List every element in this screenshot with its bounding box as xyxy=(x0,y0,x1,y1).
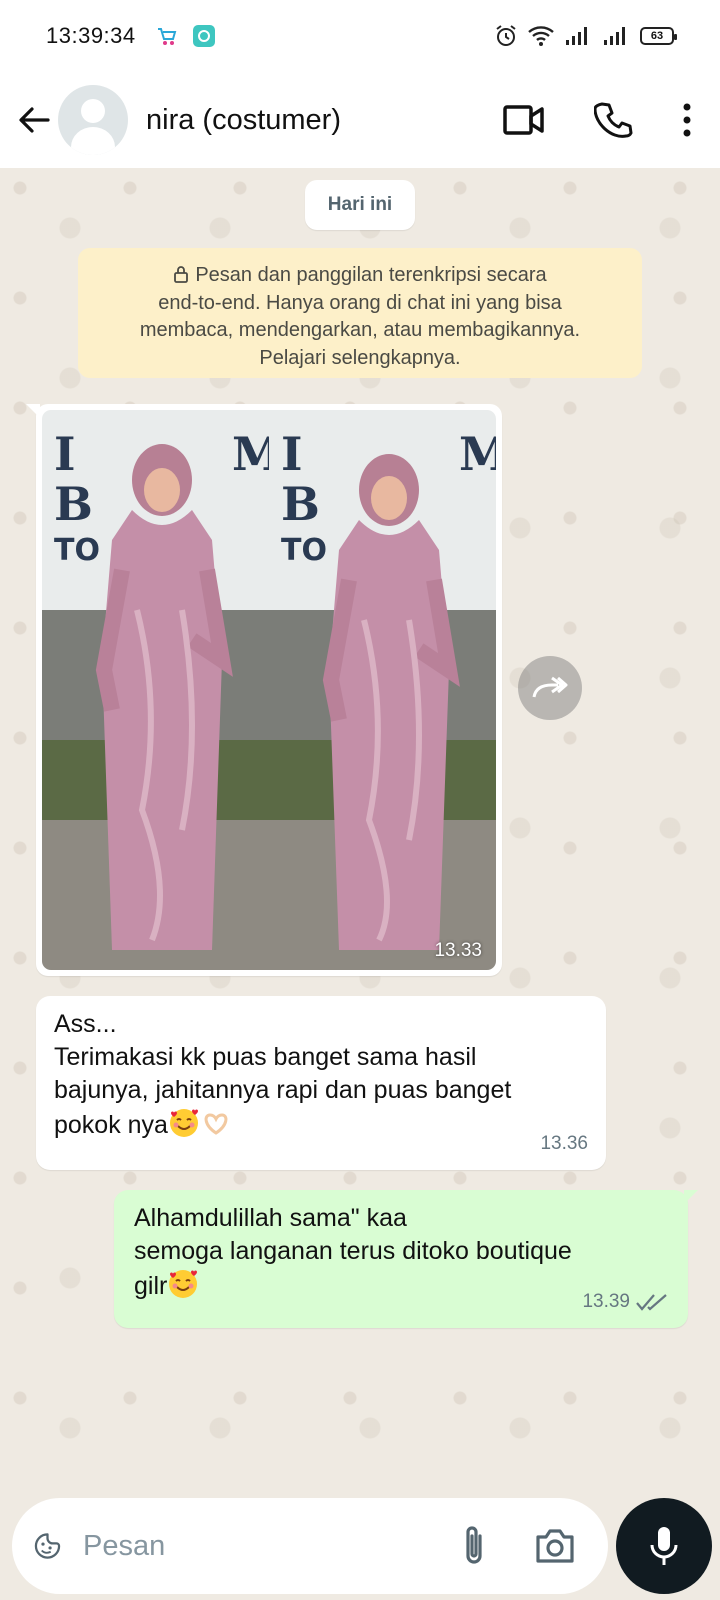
arrow-left-icon xyxy=(19,107,50,133)
input-actions xyxy=(460,1524,586,1568)
heart-hands-icon xyxy=(204,1113,228,1135)
status-time: 13:39:34 xyxy=(46,23,136,48)
microphone-icon xyxy=(650,1527,678,1565)
lock-icon xyxy=(174,266,189,283)
camera-icon[interactable] xyxy=(534,1527,576,1565)
signal-icon-2 xyxy=(604,27,625,45)
signal-icon xyxy=(566,27,587,45)
paperclip-icon[interactable] xyxy=(460,1524,488,1568)
message-input-bar xyxy=(12,1498,608,1594)
encryption-notice-text-1: Pesan dan panggilan terenkripsi secara xyxy=(195,264,547,286)
image-message-time: 13.33 xyxy=(434,940,482,961)
svg-text:M: M xyxy=(459,427,496,481)
app-notification-icon xyxy=(192,25,215,47)
svg-text:I: I xyxy=(54,427,76,481)
svg-text:B: B xyxy=(281,477,320,531)
header-actions xyxy=(502,100,706,140)
incoming-message-time: 13.36 xyxy=(540,1133,588,1154)
status-right-icons: 63 xyxy=(494,24,677,48)
back-button[interactable] xyxy=(14,100,54,140)
incoming-message-line-2: Terimakasi kk puas banget sama hasil xyxy=(54,1043,477,1071)
encryption-notice-line-4[interactable]: Pelajari selengkapnya. xyxy=(98,345,622,373)
video-call-icon[interactable] xyxy=(502,102,546,138)
svg-text:I: I xyxy=(281,427,303,481)
outgoing-message-line-2: semoga langanan terus ditoko boutique xyxy=(134,1237,572,1265)
double-check-icon xyxy=(636,1293,667,1311)
smiling-face-with-hearts-icon xyxy=(169,1270,198,1298)
smiling-face-with-hearts-icon xyxy=(169,1109,198,1137)
avatar-body xyxy=(71,127,115,155)
svg-text:TO: TO xyxy=(281,533,327,568)
svg-text:M: M xyxy=(232,427,269,481)
chat-header: nira (costumer) xyxy=(0,72,720,168)
photo-left-image: I M B TO xyxy=(42,410,269,970)
more-options-icon[interactable] xyxy=(682,103,692,137)
incoming-message-line-4-text: pokok nya xyxy=(54,1111,168,1139)
outgoing-message[interactable]: Alhamdulillah sama" kaa semoga langanan … xyxy=(114,1190,698,1328)
encryption-notice-line-2: end-to-end. Hanya orang di chat ini yang… xyxy=(158,291,562,314)
svg-text:B: B xyxy=(54,477,93,531)
incoming-message-line-3: bajunya, jahitannya rapi dan puas banget xyxy=(54,1076,512,1104)
outgoing-message-meta: 13.39 xyxy=(582,1285,668,1318)
message-photo[interactable]: I M B TO I M B TO 13.33 xyxy=(42,410,496,970)
encryption-notice-line-1: Pesan dan panggilan terenkripsi secara xyxy=(98,262,622,290)
chat-area[interactable]: Hari ini Pesan dan panggilan terenkripsi… xyxy=(0,168,720,1488)
incoming-message-line-1: Ass... xyxy=(54,1010,117,1038)
encryption-notice-line-3: membaca, mendengarkan, atau membagikanny… xyxy=(139,319,581,341)
status-notification-icons xyxy=(156,24,216,48)
battery-icon: 63 xyxy=(640,27,677,45)
svg-text:TO: TO xyxy=(54,533,100,568)
forward-button[interactable] xyxy=(518,656,582,720)
avatar[interactable] xyxy=(58,85,128,155)
incoming-message-line-4: pokok nya xyxy=(54,1107,588,1142)
date-chip: Hari ini xyxy=(305,180,415,230)
outgoing-message-time: 13.39 xyxy=(582,1291,630,1312)
message-input[interactable] xyxy=(83,1529,460,1563)
image-message[interactable]: I M B TO I M B TO 13.33 xyxy=(26,404,502,976)
avatar-head xyxy=(81,99,105,123)
sticker-icon[interactable] xyxy=(34,1525,61,1567)
status-bar: 13:39:34 63 xyxy=(0,0,720,72)
shopping-app-icon xyxy=(157,28,176,45)
alarm-icon xyxy=(496,25,516,46)
mic-button[interactable] xyxy=(616,1498,712,1594)
outgoing-message-line-3-text: gilr xyxy=(134,1272,168,1300)
wifi-icon xyxy=(528,26,554,46)
forward-icon xyxy=(532,676,568,698)
incoming-message[interactable]: Ass... Terimakasi kk puas banget sama ha… xyxy=(36,996,606,1170)
phone-call-icon[interactable] xyxy=(594,100,634,140)
encryption-notice[interactable]: Pesan dan panggilan terenkripsi secara e… xyxy=(78,248,642,378)
contact-name[interactable]: nira (costumer) xyxy=(146,104,341,137)
outgoing-message-line-1: Alhamdulillah sama" kaa xyxy=(134,1204,407,1232)
photo-right-image: I M B TO xyxy=(269,410,496,970)
